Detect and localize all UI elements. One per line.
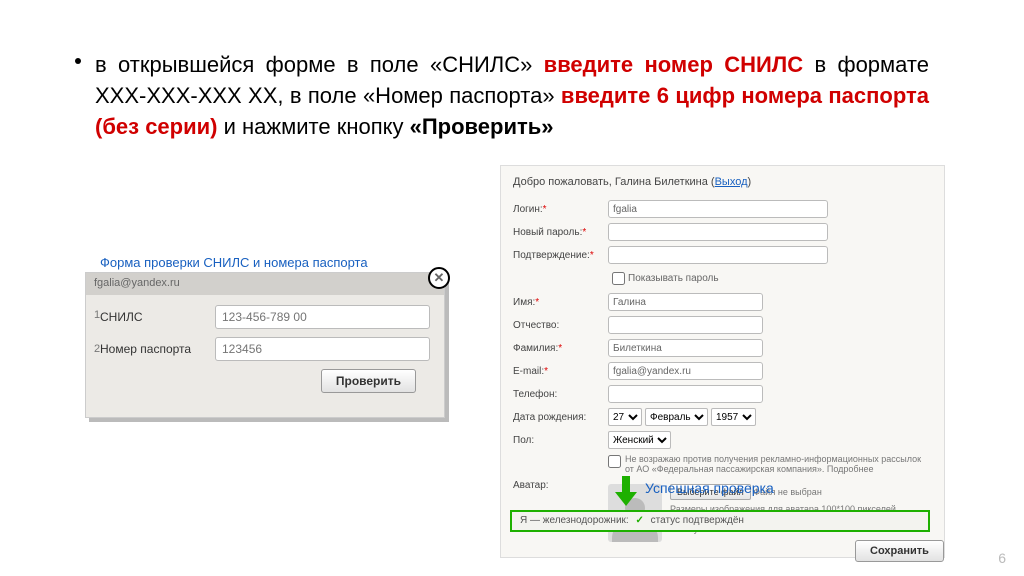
close-icon[interactable]: ✕ (428, 267, 450, 289)
consent-row: Не возражаю против получения рекламно-ин… (608, 454, 932, 474)
instr-bold: «Проверить» (410, 114, 554, 139)
phone-label: Телефон: (513, 389, 608, 400)
row-patronymic: Отчество: (513, 316, 932, 334)
status-prefix: Я — железнодорожник: (520, 515, 629, 526)
consent-text: Не возражаю против получения рекламно-ин… (625, 454, 932, 474)
snils-label: СНИЛС (100, 310, 215, 324)
showpass-label: Показывать пароль (628, 273, 719, 284)
success-arrow-icon (615, 476, 637, 506)
login-label: Логин:* (513, 204, 608, 215)
success-label: Успешная проверка (645, 480, 774, 496)
email-input[interactable] (608, 362, 763, 380)
avatar-label: Аватар: (513, 480, 608, 491)
instr-p3: и нажмите кнопку (217, 114, 409, 139)
name-input[interactable] (608, 293, 763, 311)
profile-panel: Добро пожаловать, Галина Билеткина (Выхо… (500, 165, 945, 558)
snils-row: СНИЛС (100, 305, 430, 329)
patronymic-label: Отчество: (513, 320, 608, 331)
snils-panel: fgalia@yandex.ru ✕ 1 2 СНИЛС Номер паспо… (85, 272, 445, 418)
row-phone: Телефон: (513, 385, 932, 403)
gender-label: Пол: (513, 435, 608, 446)
email-label: E-mail:* (513, 366, 608, 377)
save-button[interactable]: Сохранить (855, 540, 944, 562)
side-num-2: 2 (94, 343, 100, 355)
welcome-name: Галина Билеткина (615, 176, 708, 188)
gender-select[interactable]: Женский (608, 431, 671, 449)
dob-month[interactable]: Февраль (645, 408, 708, 426)
confirm-input[interactable] (608, 246, 828, 264)
status-bar: Я — железнодорожник: ✓ статус подтверждё… (510, 510, 930, 532)
showpass-checkbox[interactable] (612, 272, 625, 285)
check-icon: ✓ (635, 515, 643, 526)
surname-input[interactable] (608, 339, 763, 357)
row-email: E-mail:* (513, 362, 932, 380)
passport-row: Номер паспорта (100, 337, 430, 361)
snils-header-email: fgalia@yandex.ru (94, 277, 180, 289)
showpass-line: Показывать пароль (608, 269, 932, 288)
consent-checkbox[interactable] (608, 455, 621, 468)
welcome-pre: Добро пожаловать, (513, 176, 615, 188)
welcome: Добро пожаловать, Галина Билеткина (Выхо… (513, 176, 932, 188)
row-login: Логин:* (513, 200, 932, 218)
snils-input[interactable] (215, 305, 430, 329)
row-gender: Пол: Женский (513, 431, 932, 449)
newpass-label: Новый пароль:* (513, 227, 608, 238)
row-surname: Фамилия:* (513, 339, 932, 357)
instruction-text: в открывшейся форме в поле «СНИЛС» введи… (95, 50, 929, 142)
form-caption: Форма проверки СНИЛС и номера паспорта (100, 255, 368, 270)
instr-p1: в открывшейся форме в поле «СНИЛС» (95, 52, 544, 77)
bullet (75, 58, 81, 64)
newpass-input[interactable] (608, 223, 828, 241)
verify-button[interactable]: Проверить (321, 369, 416, 393)
logout-link[interactable]: Выход (715, 176, 748, 188)
row-confirm: Подтверждение:* (513, 246, 932, 264)
row-name: Имя:* (513, 293, 932, 311)
confirm-label: Подтверждение:* (513, 250, 608, 261)
phone-input[interactable] (608, 385, 763, 403)
passport-input[interactable] (215, 337, 430, 361)
status-text: статус подтверждён (651, 515, 744, 526)
page-number: 6 (998, 550, 1006, 566)
patronymic-input[interactable] (608, 316, 763, 334)
login-input[interactable] (608, 200, 828, 218)
name-label: Имя:* (513, 297, 608, 308)
passport-label: Номер паспорта (100, 342, 215, 356)
snils-header: fgalia@yandex.ru ✕ (86, 273, 444, 295)
dob-day[interactable]: 27 (608, 408, 642, 426)
instr-red1: введите номер СНИЛС (544, 52, 803, 77)
surname-label: Фамилия:* (513, 343, 608, 354)
row-dob: Дата рождения: 27 Февраль 1957 (513, 408, 932, 426)
snils-body: 1 2 СНИЛС Номер паспорта Проверить (86, 295, 444, 403)
row-newpass: Новый пароль:* (513, 223, 932, 241)
side-num-1: 1 (94, 309, 100, 321)
dob-year[interactable]: 1957 (711, 408, 756, 426)
dob-label: Дата рождения: (513, 412, 608, 423)
